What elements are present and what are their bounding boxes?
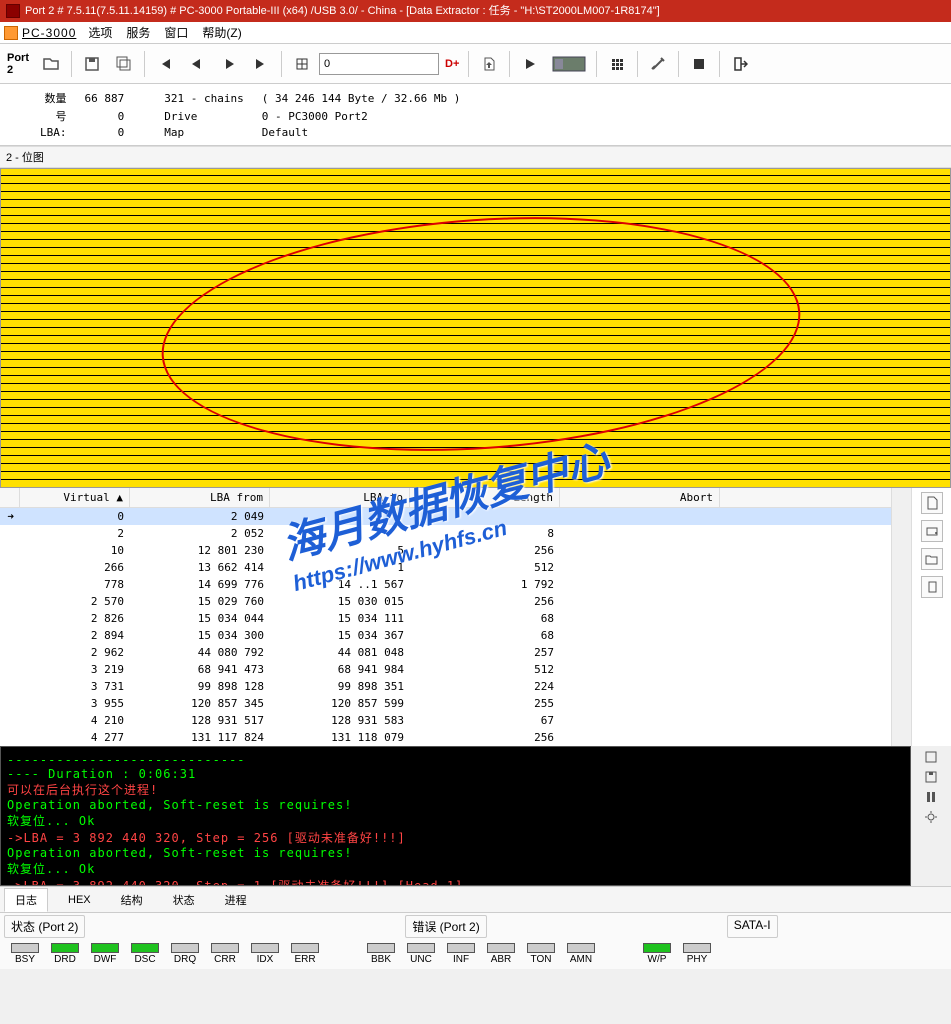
maximize-icon[interactable] [924,750,938,764]
menu-help[interactable]: 帮助(Z) [202,24,241,41]
led-dsc: DSC [128,943,162,965]
table-row[interactable]: 4 277131 117 824131 118 079256 [0,729,891,746]
window-titlebar: Port 2 # 7.5.11(7.5.11.14159) # PC-3000 … [0,0,951,22]
export-icon[interactable] [474,49,504,79]
app-icon [6,4,20,18]
table-header[interactable]: Virtual ▲ LBA from LBA to Length Abort [0,488,891,508]
save-log-icon[interactable] [924,770,938,784]
play-icon[interactable] [515,49,545,79]
menu-window[interactable]: 窗口 [164,24,188,41]
led-bsy: BSY [8,943,42,965]
table-scrollbar[interactable] [891,488,911,746]
save-icon[interactable] [77,49,107,79]
led-dwf: DWF [88,943,122,965]
led-inf: INF [444,943,478,965]
th-virtual: Virtual ▲ [20,488,130,507]
folder-open-icon[interactable] [921,548,943,570]
led-ton: TON [524,943,558,965]
right-tool-panel [911,488,951,746]
menu-options[interactable]: 选项 [88,24,112,41]
menu-app-icon [4,26,18,40]
menubar: PC-3000 选项 服务 窗口 帮助(Z) [0,22,951,44]
bitmap-section-label: 2 - 位图 [0,146,951,168]
d-plus-indicator: D+ [441,58,463,70]
save-all-icon[interactable] [109,49,139,79]
table-row[interactable]: 22 0528 [0,525,891,542]
led-crr: CRR [208,943,242,965]
terminal-log[interactable]: --------------------------------- Durati… [0,746,911,886]
annotation-ellipse [154,197,808,471]
info-panel: 数量66 887321 - chains( 34 246 144 Byte / … [0,84,951,146]
th-length: Length [410,488,560,507]
first-icon[interactable] [150,49,180,79]
table-row[interactable]: 77814 699 77614 ..1 5671 792 [0,576,891,593]
status-group-port: 状态 (Port 2) [4,915,85,938]
bitmap-view[interactable] [0,168,951,488]
table-row[interactable]: ➜02 049 [0,508,891,525]
table-row[interactable]: 2 57015 029 76015 030 015256 [0,593,891,610]
tab-log[interactable]: 日志 [4,888,48,912]
tools-icon[interactable] [643,49,673,79]
status-group-sata: SATA-I [727,915,778,938]
table-row[interactable]: 3 955120 857 345120 857 599255 [0,695,891,712]
table-row[interactable]: 2 89415 034 30015 034 36768 [0,627,891,644]
led-phy: PHY [680,943,714,965]
table-row[interactable]: 3 73199 898 12899 898 351224 [0,678,891,695]
led-idx: IDX [248,943,282,965]
info-row: 数量66 887321 - chains( 34 246 144 Byte / … [32,90,468,106]
next-icon[interactable] [214,49,244,79]
table-row[interactable]: 3 21968 941 47368 941 984512 [0,661,891,678]
table-row[interactable]: 2 82615 034 04415 034 11168 [0,610,891,627]
stop-icon[interactable] [684,49,714,79]
status-bar: 状态 (Port 2) 错误 (Port 2) SATA-I BSY DRD DWF… [0,912,951,969]
table-row[interactable]: 2 96244 080 79244 081 048257 [0,644,891,661]
tab-status[interactable]: 状态 [163,889,205,911]
window-title: Port 2 # 7.5.11(7.5.11.14159) # PC-3000 … [25,0,660,22]
led-drd: DRD [48,943,82,965]
last-icon[interactable] [246,49,276,79]
exit-icon[interactable] [725,49,755,79]
drive-icon[interactable] [921,520,943,542]
number-input[interactable] [319,53,439,75]
info-row: 号0Drive0 - PC3000 Port2 [32,108,468,124]
settings-icon[interactable] [924,810,938,824]
status-group-error: 错误 (Port 2) [405,915,486,938]
chain-table: Virtual ▲ LBA from LBA to Length Abort ➜… [0,488,891,746]
menu-service[interactable]: 服务 [126,24,150,41]
table-row[interactable]: 1012 801 2305256 [0,542,891,559]
info-row: LBA:0MapDefault [32,126,468,139]
th-lba-from: LBA from [130,488,270,507]
led-unc: UNC [404,943,438,965]
app-brand: PC-3000 [22,26,76,40]
tab-hex[interactable]: HEX [58,891,101,909]
main-toolbar: Port 2 D+ [0,44,951,84]
table-row[interactable]: 4 210128 931 517128 931 58367 [0,712,891,729]
grid-icon[interactable] [287,49,317,79]
led-abr: ABR [484,943,518,965]
port-button[interactable]: Port 2 [4,49,34,79]
th-lba-to: LBA to [270,488,410,507]
page-icon[interactable] [921,576,943,598]
pause-icon[interactable] [924,790,938,804]
bottom-tabs: 日志 HEX 结构 状态 进程 [0,886,951,912]
prev-icon[interactable] [182,49,212,79]
led-drq: DRQ [168,943,202,965]
led-amn: AMN [564,943,598,965]
terminal-tool-panel [911,746,951,886]
tab-structure[interactable]: 结构 [111,889,153,911]
open-icon[interactable] [36,49,66,79]
th-abort: Abort [560,488,720,507]
led-err: ERR [288,943,322,965]
led-w/p: W/P [640,943,674,965]
tab-process[interactable]: 进程 [215,889,257,911]
table-row[interactable]: 26613 662 4141512 [0,559,891,576]
device-image-icon[interactable] [547,49,591,79]
grid-toggle-icon[interactable] [602,49,632,79]
led-bbk: BBK [364,943,398,965]
document-icon[interactable] [921,492,943,514]
